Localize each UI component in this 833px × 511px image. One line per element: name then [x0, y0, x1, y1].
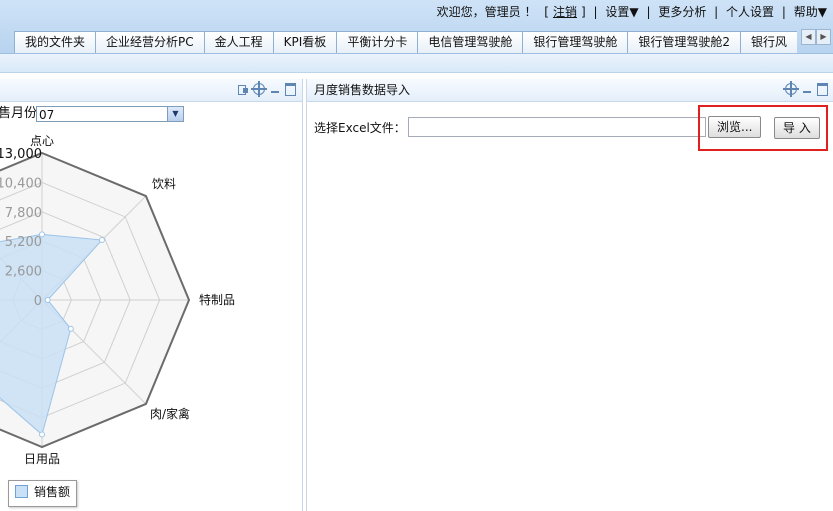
settings-menu[interactable]: 设置▼: [605, 5, 638, 19]
data-point: [44, 297, 51, 303]
category-label: 饮料: [152, 177, 176, 191]
tab-kpi-board[interactable]: KPI看板: [272, 31, 338, 53]
data-point: [39, 431, 45, 438]
maximize-icon[interactable]: [817, 83, 828, 96]
data-point: [98, 237, 105, 244]
welcome-text: 欢迎您，管理员 ！: [436, 5, 537, 19]
category-label: 日用品: [24, 452, 60, 466]
sales-radar-chart: 13,000 10,400 7,800 5,200 2,600 0 点心饮料特制品肉/家禽日…: [0, 134, 235, 466]
tick-label: 10,400: [0, 176, 42, 191]
help-menu[interactable]: 帮助▼: [794, 5, 827, 19]
import-panel-title-bar: 月度销售数据导入: [307, 79, 833, 102]
tab-bank-risk[interactable]: 银行风: [740, 31, 797, 53]
import-panel-tools: [781, 81, 828, 97]
tab-scroll-right-icon[interactable]: ▶: [816, 29, 831, 45]
legend-label: 销售额: [34, 485, 71, 499]
personal-settings-link[interactable]: 个人设置: [726, 5, 774, 19]
tab-business-analysis[interactable]: 企业经营分析PC: [95, 31, 205, 53]
tick-label: 0: [34, 294, 42, 309]
tick-label: 2,600: [5, 265, 42, 280]
panel-tools: [233, 81, 296, 97]
logout-link[interactable]: 注销: [553, 5, 577, 19]
locate-icon[interactable]: [251, 81, 267, 97]
dropdown-arrow-icon[interactable]: ▼: [167, 107, 183, 121]
data-point: [67, 325, 74, 332]
category-label: 特制品: [199, 292, 235, 307]
tick-label: 7,800: [5, 206, 42, 221]
minimize-icon[interactable]: [801, 83, 813, 95]
app-header: 欢迎您，管理员 ！ [注销] | 设置▼ | 更多分析 | 个人设置 | 帮助▼…: [0, 0, 833, 54]
month-value: 07: [39, 108, 55, 122]
highlight-box: [698, 105, 828, 151]
user-bar: 欢迎您，管理员 ！ [注销] | 设置▼ | 更多分析 | 个人设置 | 帮助▼: [436, 5, 827, 19]
tick-label: 13,000: [0, 147, 42, 162]
data-import-panel: 月度销售数据导入 选择Excel文件： 浏览... 导 入: [306, 79, 833, 511]
sales-radar-panel: 售月份 07 ▼ 13,000 10,400 7,800 5,200 2,600 0 点心饮…: [0, 79, 303, 511]
tab-scroll-left-icon[interactable]: ◀: [801, 29, 816, 45]
panel-title-bar: [0, 79, 302, 102]
tick-label: 5,200: [5, 235, 42, 250]
category-label: 点心: [30, 134, 54, 148]
tab-telecom-cockpit[interactable]: 电信管理驾驶舱: [417, 31, 524, 53]
more-analysis-link[interactable]: 更多分析: [658, 5, 706, 19]
file-path-input[interactable]: [408, 117, 706, 137]
tab-balanced-scorecard[interactable]: 平衡计分卡: [336, 31, 419, 53]
tab-strip: 我的文件夹 企业经营分析PC 金人工程 KPI看板 平衡计分卡 电信管理驾驶舱 银行管理驾驶…: [14, 31, 797, 53]
tab-my-folder[interactable]: 我的文件夹: [14, 31, 97, 53]
month-select[interactable]: 07 ▼: [36, 106, 184, 122]
sub-toolbar: [0, 54, 833, 73]
locate-icon[interactable]: [783, 81, 799, 97]
chart-legend: 销售额: [8, 480, 78, 507]
tab-bank-cockpit-2[interactable]: 银行管理驾驶舱2: [627, 31, 741, 53]
tab-bank-cockpit[interactable]: 银行管理驾驶舱: [522, 31, 629, 53]
maximize-icon[interactable]: [285, 83, 296, 96]
panel-title: 月度销售数据导入: [314, 83, 411, 97]
tab-golden-project[interactable]: 金人工程: [203, 31, 274, 53]
month-label: 售月份: [0, 106, 38, 121]
file-label: 选择Excel文件：: [314, 121, 406, 135]
category-label: 肉/家禽: [150, 406, 190, 421]
legend-swatch: [15, 485, 28, 498]
minimize-icon[interactable]: [269, 83, 281, 95]
export-icon[interactable]: [237, 83, 249, 95]
